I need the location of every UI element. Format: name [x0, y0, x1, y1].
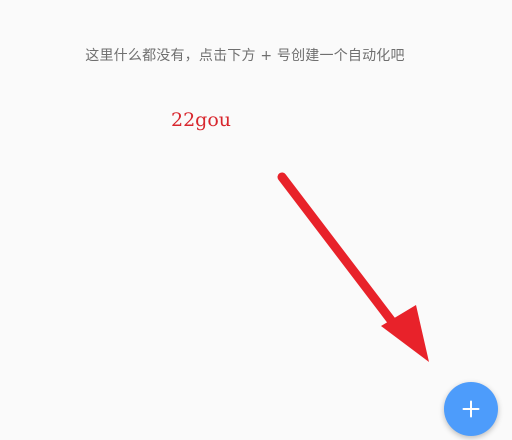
- watermark-text: 22gou: [171, 109, 232, 131]
- annotation-arrowhead: [381, 305, 429, 362]
- annotation-arrow-shaft: [277, 172, 405, 337]
- plus-icon: [462, 400, 480, 418]
- empty-state-message: 这里什么都没有，点击下方 + 号创建一个自动化吧: [85, 48, 405, 64]
- add-automation-button[interactable]: [444, 382, 498, 436]
- automation-empty-page: { "empty_state": { "message": "这里什么都没有，点…: [0, 0, 512, 440]
- annotation-arrow: [277, 172, 429, 362]
